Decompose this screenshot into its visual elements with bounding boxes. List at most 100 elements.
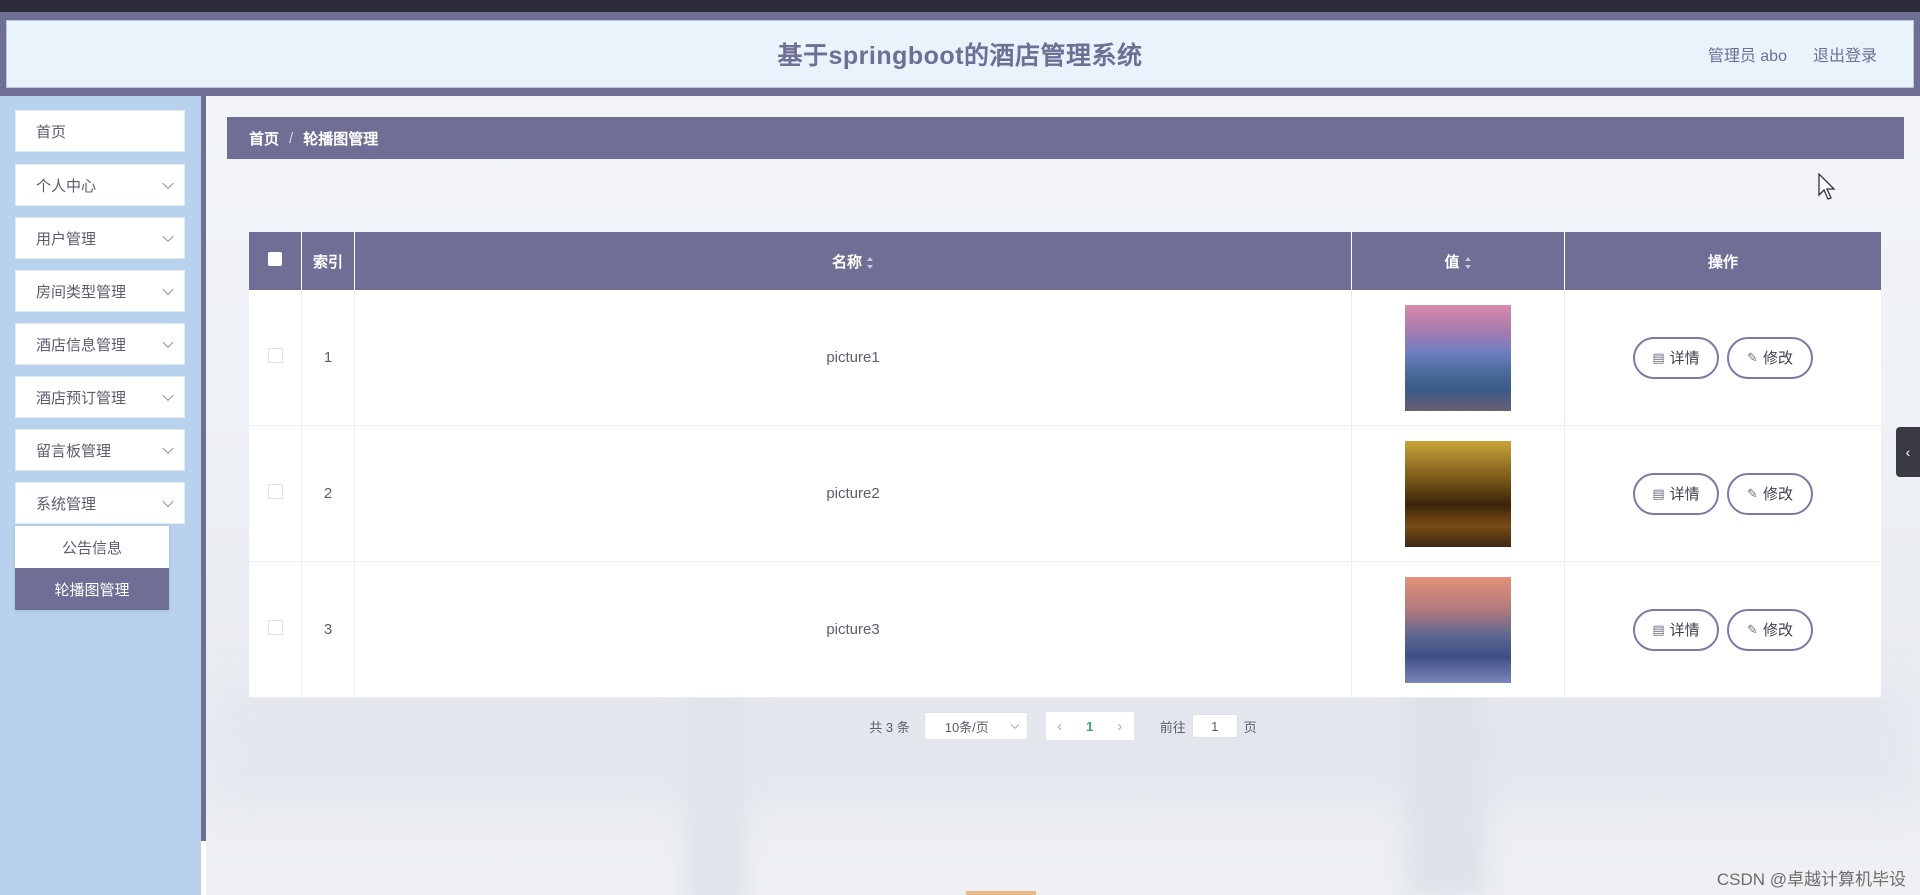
column-header-index: 索引 <box>301 232 355 290</box>
table-header-row: 索引 名称 值 操作 <box>249 232 1881 290</box>
header-user-area: 管理员 abo 退出登录 <box>1708 21 1877 87</box>
table-row: 1 picture1 ▤ 详情 ✎ 修改 <box>249 290 1881 426</box>
detail-button-label: 详情 <box>1669 350 1700 367</box>
chevron-down-icon <box>162 283 174 296</box>
carousel-thumbnail-image <box>1405 440 1511 547</box>
sidebar-item-profile[interactable]: 个人中心 <box>15 164 185 206</box>
row-name: picture3 <box>354 561 1352 698</box>
detail-button-label: 详情 <box>1669 622 1700 639</box>
background-blur <box>206 686 1920 806</box>
row-value <box>1351 561 1565 698</box>
pagination: 共 3 条 10条/页 ‹ 1 › 前往 1 页 <box>206 712 1920 740</box>
chevron-left-icon: ‹ <box>1905 444 1911 460</box>
prev-page-button[interactable]: ‹ <box>1045 712 1074 740</box>
top-edge <box>0 0 1920 12</box>
page-size-select[interactable]: 10条/页 <box>923 712 1028 740</box>
column-header-value[interactable]: 值 <box>1351 232 1565 290</box>
edit-button[interactable]: ✎ 修改 <box>1727 608 1813 651</box>
column-header-name-label: 名称 <box>831 253 862 271</box>
edit-button[interactable]: ✎ 修改 <box>1727 472 1813 515</box>
logout-link[interactable]: 退出登录 <box>1813 42 1877 66</box>
sidebar-item-label: 系统管理 <box>36 495 97 513</box>
submenu-item-announcements[interactable]: 公告信息 <box>15 526 169 568</box>
header-panel: 基于springboot的酒店管理系统 管理员 abo 退出登录 <box>6 20 1914 88</box>
header: 基于springboot的酒店管理系统 管理员 abo 退出登录 <box>0 12 1920 96</box>
edit-icon: ✎ <box>1747 621 1758 637</box>
breadcrumb: 首页 / 轮播图管理 <box>227 117 1904 159</box>
column-header-value-label: 值 <box>1444 253 1460 271</box>
table-row: 3 picture3 ▤ 详情 ✎ 修改 <box>249 561 1881 698</box>
carousel-thumbnail-image <box>1405 304 1511 411</box>
row-select-cell <box>249 561 302 698</box>
pagination-total: 共 3 条 <box>869 719 910 735</box>
main-content: 首页 / 轮播图管理 索引 名称 值 操作 1 picture1 ▤ 详情 ✎ … <box>206 96 1920 895</box>
sort-icon[interactable] <box>1464 256 1472 269</box>
sidebar-item-label: 首页 <box>36 123 67 141</box>
sidebar-item-users[interactable]: 用户管理 <box>15 217 185 259</box>
sidebar-item-label: 酒店信息管理 <box>36 336 127 354</box>
row-checkbox[interactable] <box>267 348 283 363</box>
document-icon: ▤ <box>1652 485 1665 501</box>
row-checkbox[interactable] <box>267 484 283 499</box>
row-name: picture1 <box>354 290 1352 426</box>
row-select-cell <box>249 425 302 562</box>
chevron-down-icon <box>162 442 174 455</box>
row-index: 1 <box>301 290 355 426</box>
sidebar-item-label: 留言板管理 <box>36 442 112 460</box>
page-size-value: 10条/页 <box>944 719 989 735</box>
carousel-table: 索引 名称 值 操作 1 picture1 ▤ 详情 ✎ 修改 2 pictur… <box>249 232 1881 698</box>
table-row: 2 picture2 ▤ 详情 ✎ 修改 <box>249 425 1881 562</box>
edit-button-label: 修改 <box>1762 350 1793 367</box>
chevron-down-icon <box>162 336 174 349</box>
row-select-cell <box>249 290 302 426</box>
row-value <box>1351 425 1565 562</box>
chevron-down-icon <box>162 389 174 402</box>
row-index: 3 <box>301 561 355 698</box>
sidebar-item-system[interactable]: 系统管理 <box>15 482 185 524</box>
sort-icon[interactable] <box>866 256 874 269</box>
sidebar-item-label: 个人中心 <box>36 177 97 195</box>
chevron-down-icon <box>162 230 174 243</box>
edit-button[interactable]: ✎ 修改 <box>1727 336 1813 379</box>
sidebar-item-hotel-booking[interactable]: 酒店预订管理 <box>15 376 185 418</box>
watermark-text: CSDN @卓越计算机毕设 <box>1716 870 1906 889</box>
sidebar-item-label: 用户管理 <box>36 230 97 248</box>
row-checkbox[interactable] <box>267 620 283 635</box>
detail-button[interactable]: ▤ 详情 <box>1633 608 1719 651</box>
column-header-name[interactable]: 名称 <box>354 232 1352 290</box>
sidebar-item-room-types[interactable]: 房间类型管理 <box>15 270 185 312</box>
admin-user-label[interactable]: 管理员 abo <box>1708 42 1787 66</box>
edit-icon: ✎ <box>1747 349 1758 365</box>
page-suffix-label: 页 <box>1243 719 1257 735</box>
breadcrumb-home[interactable]: 首页 <box>249 128 279 149</box>
detail-button[interactable]: ▤ 详情 <box>1633 472 1719 515</box>
document-icon: ▤ <box>1652 621 1665 637</box>
select-all-checkbox[interactable] <box>268 252 282 266</box>
edit-icon: ✎ <box>1747 485 1758 501</box>
mouse-cursor-icon <box>1818 173 1836 200</box>
collapse-panel-button[interactable]: ‹ <box>1896 427 1920 477</box>
breadcrumb-separator: / <box>289 129 294 147</box>
breadcrumb-current: 轮播图管理 <box>303 130 379 148</box>
detail-button[interactable]: ▤ 详情 <box>1633 336 1719 379</box>
system-submenu: 公告信息 轮播图管理 <box>15 526 169 610</box>
document-icon: ▤ <box>1652 349 1665 365</box>
goto-page-input[interactable]: 1 <box>1191 714 1238 738</box>
sidebar: 首页 个人中心 用户管理 房间类型管理 酒店信息管理 酒店预订管理 留言板管理 … <box>0 96 201 895</box>
row-actions: ▤ 详情 ✎ 修改 <box>1564 290 1881 426</box>
next-page-button[interactable]: › <box>1105 712 1134 740</box>
submenu-item-carousel[interactable]: 轮播图管理 <box>15 568 169 610</box>
sidebar-item-hotel-info[interactable]: 酒店信息管理 <box>15 323 185 365</box>
chevron-down-icon <box>1010 720 1019 730</box>
goto-label: 前往 <box>1159 719 1186 735</box>
select-all-cell <box>249 232 302 290</box>
chevron-down-icon <box>162 495 174 508</box>
edit-button-label: 修改 <box>1762 486 1793 503</box>
sidebar-item-label: 酒店预订管理 <box>36 389 127 407</box>
sidebar-item-message-board[interactable]: 留言板管理 <box>15 429 185 471</box>
page-number-current[interactable]: 1 <box>1073 712 1106 740</box>
row-actions: ▤ 详情 ✎ 修改 <box>1564 425 1881 562</box>
sidebar-item-home[interactable]: 首页 <box>15 110 185 152</box>
row-name: picture2 <box>354 425 1352 562</box>
column-header-actions: 操作 <box>1564 232 1881 290</box>
